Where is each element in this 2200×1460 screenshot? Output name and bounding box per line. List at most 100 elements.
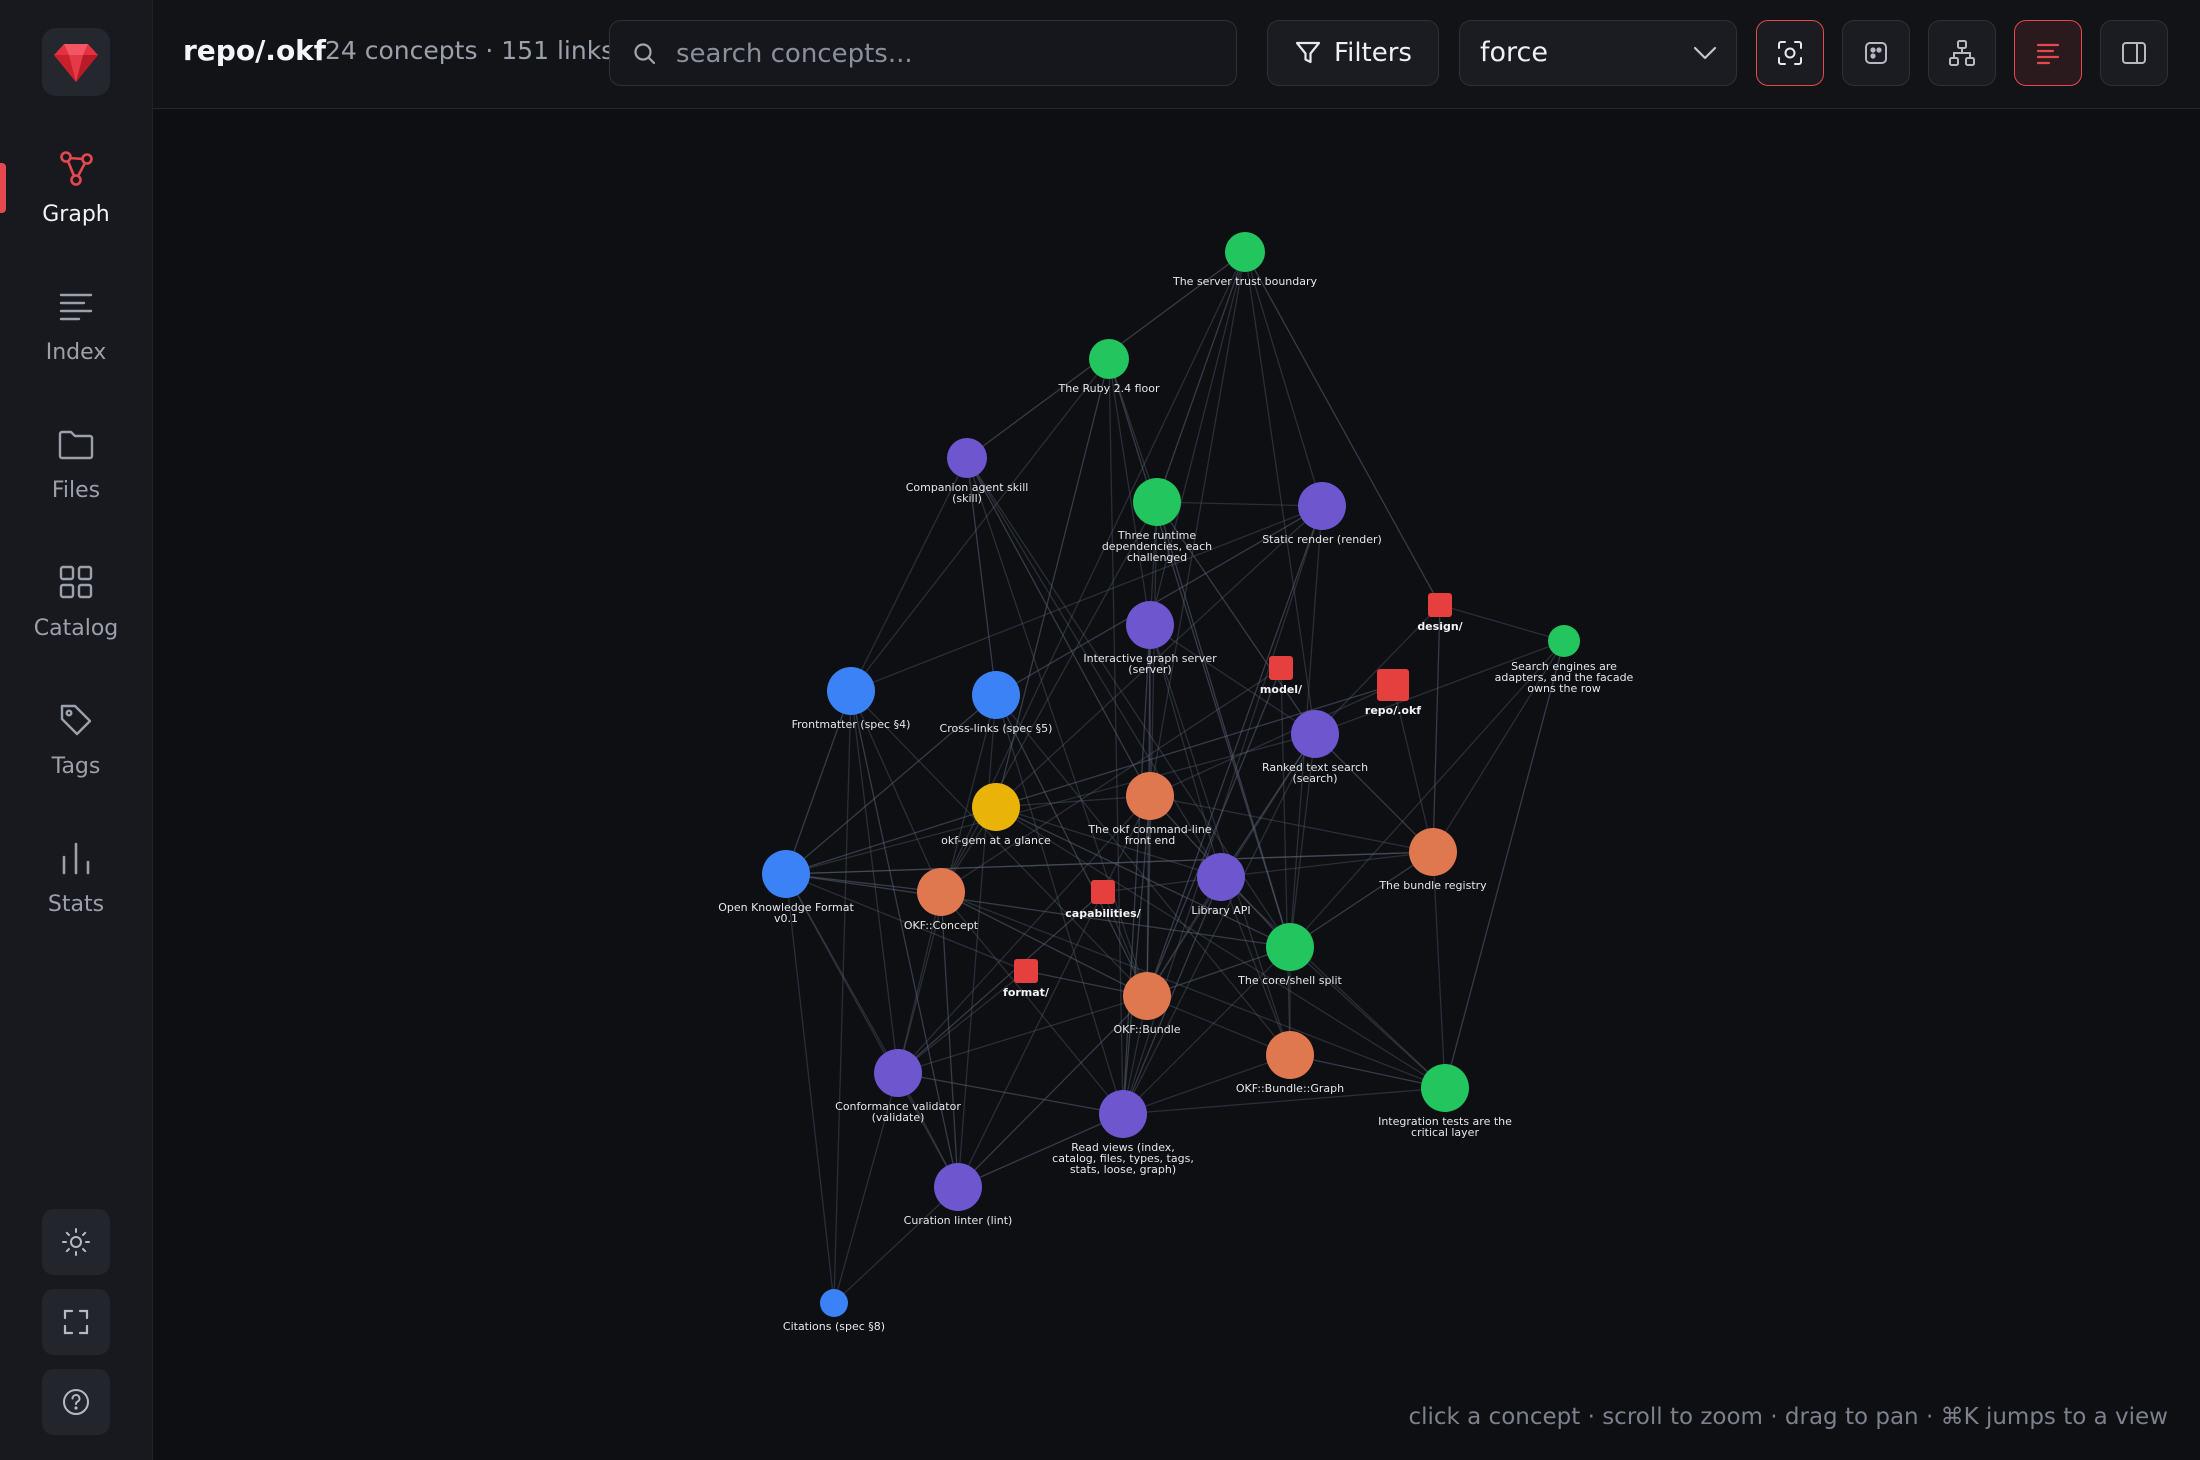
graph-edge <box>995 694 1124 1115</box>
graph-node-integration[interactable]: Integration tests are thecritical layer <box>1378 1064 1512 1139</box>
tag-icon <box>56 700 96 740</box>
ruby-logo[interactable] <box>42 28 110 96</box>
graph-edge <box>1432 604 1441 853</box>
graph-node-shape[interactable] <box>820 1289 848 1317</box>
graph-node-shape[interactable] <box>1291 710 1339 758</box>
graph-edge <box>1149 251 1246 626</box>
graph-node-shape[interactable] <box>1266 1031 1314 1079</box>
graph-node-server-trust[interactable]: The server trust boundary <box>1172 232 1318 288</box>
graph-node-frontmatter[interactable]: Frontmatter (spec §4) <box>792 667 911 731</box>
graph-node-label: design/ <box>1417 620 1463 633</box>
graph-node-label: Library API <box>1191 904 1250 917</box>
nav-catalog[interactable]: Catalog <box>0 542 152 662</box>
graph-node-shape[interactable] <box>1089 339 1129 379</box>
graph-node-shape[interactable] <box>947 438 987 478</box>
graph-node-crosslinks[interactable]: Cross-links (spec §5) <box>940 671 1053 735</box>
graph-node-shape[interactable] <box>972 671 1020 719</box>
sun-icon <box>62 1228 90 1256</box>
fullscreen-button[interactable] <box>42 1289 110 1355</box>
nav-tags[interactable]: Tags <box>0 680 152 800</box>
graph-edge <box>1289 946 1446 1089</box>
hierarchy-button[interactable] <box>1928 20 1996 86</box>
graph-node-shape[interactable] <box>934 1163 982 1211</box>
graph-node-shape[interactable] <box>1091 880 1115 904</box>
graph-node-search-engines[interactable]: Search engines areadapters, and the faca… <box>1495 625 1634 695</box>
graph-node-label: (server) <box>1128 663 1171 676</box>
graph-node-library-api[interactable]: Library API <box>1191 853 1251 917</box>
graph-node-shape[interactable] <box>1428 593 1452 617</box>
nav-graph-label: Graph <box>42 202 110 227</box>
graph-node-companion[interactable]: Companion agent skill(skill) <box>906 438 1029 505</box>
graph-node-shape[interactable] <box>1225 232 1265 272</box>
graph-node-shape[interactable] <box>1126 772 1174 820</box>
graph-node-shape[interactable] <box>1266 923 1314 971</box>
panel-icon <box>2122 42 2146 64</box>
graph-edge <box>1280 667 1291 1056</box>
graph-node-repo-okf[interactable]: repo/.okf <box>1365 669 1421 717</box>
graph-node-shape[interactable] <box>1298 482 1346 530</box>
graph-node-label: critical layer <box>1411 1126 1479 1139</box>
nav-catalog-label: Catalog <box>33 616 119 641</box>
graph-node-curation[interactable]: Curation linter (lint) <box>904 1163 1013 1227</box>
nav-files[interactable]: Files <box>0 404 152 524</box>
graph-node-citations[interactable]: Citations (spec §8) <box>783 1289 885 1333</box>
graph-node-shape[interactable] <box>827 667 875 715</box>
graph-node-shape[interactable] <box>1548 625 1580 657</box>
graph-node-shape[interactable] <box>1133 478 1181 526</box>
labels-toggle-button[interactable] <box>2014 20 2082 86</box>
graph-node-shape[interactable] <box>874 1049 922 1097</box>
filters-button[interactable]: Filters <box>1267 20 1439 86</box>
graph-node-shape[interactable] <box>1099 1090 1147 1138</box>
graph-node-shape[interactable] <box>1123 972 1171 1020</box>
graph-node-read-views[interactable]: Read views (index,catalog, files, types,… <box>1052 1090 1194 1176</box>
graph-node-conformance[interactable]: Conformance validator(validate) <box>835 1049 961 1124</box>
graph-node-label: The Ruby 2.4 floor <box>1058 382 1160 395</box>
graph-node-capabilities[interactable]: capabilities/ <box>1065 880 1142 920</box>
graph-edge <box>1146 505 1323 997</box>
graph-canvas[interactable]: The server trust boundary The Ruby 2.4 fl… <box>153 109 2200 1460</box>
graph-edge <box>940 891 959 1188</box>
graph-node-shape[interactable] <box>1126 601 1174 649</box>
graph-node-label: challenged <box>1127 551 1187 564</box>
graph-node-label: Citations (spec §8) <box>783 1320 885 1333</box>
graph-node-design[interactable]: design/ <box>1417 593 1464 633</box>
graph-node-shape[interactable] <box>1421 1064 1469 1112</box>
graph-svg[interactable]: The server trust boundary The Ruby 2.4 fl… <box>153 109 2200 1460</box>
graph-edge <box>1156 501 1323 507</box>
graph-node-bundle-registry[interactable]: The bundle registry <box>1378 828 1487 892</box>
graph-node-shape[interactable] <box>1269 656 1293 680</box>
graph-node-ranked-search[interactable]: Ranked text search(search) <box>1262 710 1368 785</box>
layout-select[interactable]: force <box>1459 20 1737 86</box>
filter-icon <box>1294 40 1322 66</box>
graph-node-shape[interactable] <box>1197 853 1245 901</box>
graph-edge <box>850 358 1110 692</box>
graph-edge <box>785 873 835 1304</box>
layout-select-value: force <box>1480 37 1548 68</box>
graph-node-shape[interactable] <box>1377 669 1409 701</box>
help-button[interactable] <box>42 1369 110 1435</box>
graph-node-shape[interactable] <box>762 850 810 898</box>
graph-node-label: The bundle registry <box>1378 879 1487 892</box>
graph-node-shape[interactable] <box>972 783 1020 831</box>
cluster-button[interactable] <box>1842 20 1910 86</box>
graph-node-shape[interactable] <box>917 868 965 916</box>
folder-icon <box>56 424 96 464</box>
search-input[interactable] <box>674 33 1218 75</box>
nav-files-label: Files <box>51 478 101 503</box>
graph-node-three-deps[interactable]: Three runtimedependencies, eachchallenge… <box>1102 478 1212 564</box>
search-box[interactable] <box>609 20 1237 86</box>
graph-node-shape[interactable] <box>1014 959 1038 983</box>
graph-node-ruby[interactable]: The Ruby 2.4 floor <box>1058 339 1160 395</box>
graph-node-okf-gem[interactable]: okf-gem at a glance <box>941 783 1051 847</box>
nav-graph[interactable]: Graph <box>0 128 152 248</box>
side-panel-button[interactable] <box>2100 20 2168 86</box>
theme-toggle-button[interactable] <box>42 1209 110 1275</box>
help-icon <box>63 1389 89 1415</box>
nav-index[interactable]: Index <box>0 266 152 386</box>
graph-node-interactive[interactable]: Interactive graph server(server) <box>1083 601 1217 676</box>
graph-node-core-shell[interactable]: The core/shell split <box>1237 923 1343 987</box>
focus-button[interactable] <box>1756 20 1824 86</box>
graph-node-shape[interactable] <box>1409 828 1457 876</box>
ruby-gem-icon <box>54 44 98 82</box>
nav-stats[interactable]: Stats <box>0 818 152 938</box>
